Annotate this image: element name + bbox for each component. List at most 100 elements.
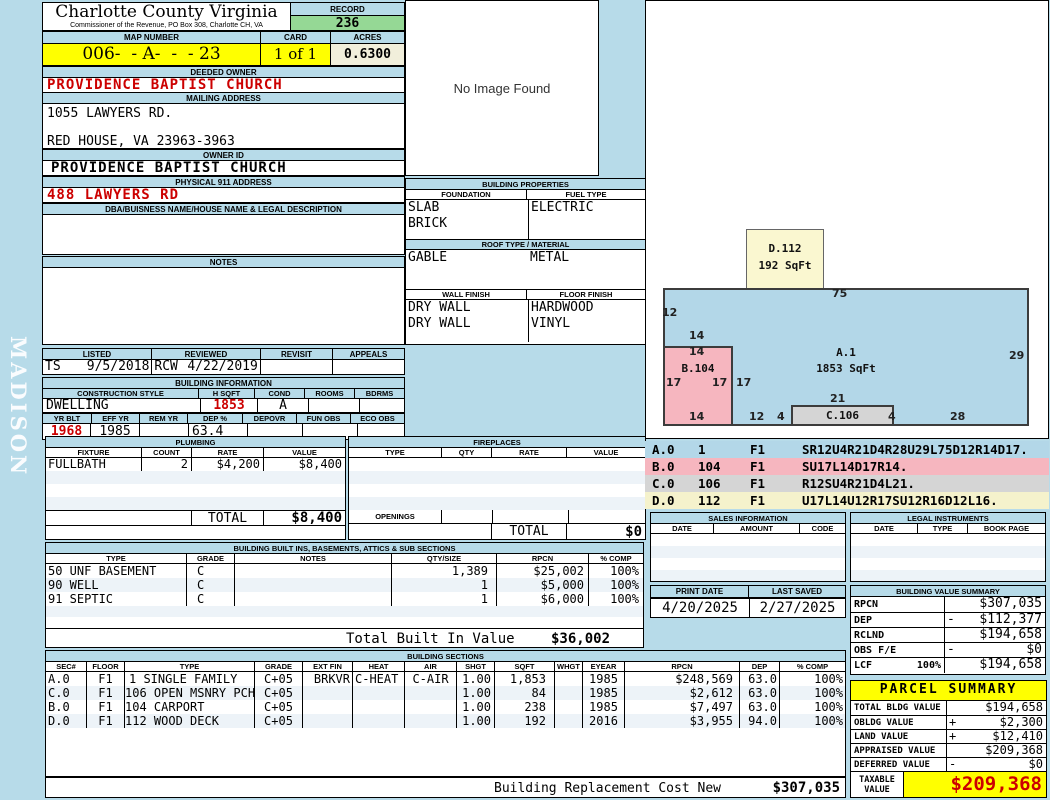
- table-row: B.0 F1 104 CARPORT C+05 1.00 238 1985 $7…: [46, 700, 845, 714]
- cell: [554, 686, 582, 700]
- cell: 1.00: [456, 700, 494, 714]
- empty-row: [349, 458, 645, 471]
- empty-row: [651, 558, 845, 570]
- cell: [404, 700, 456, 714]
- cell: C+05: [254, 700, 302, 714]
- empty-row: [349, 484, 645, 497]
- cell: F1: [86, 700, 124, 714]
- print-date-value: 4/20/2025: [662, 600, 738, 616]
- cell: $5,000: [496, 578, 588, 592]
- cell: 90 WELL: [48, 578, 99, 592]
- vector-path: U17L14U12R17SU12R16D12L16.: [802, 493, 998, 508]
- print-info: PRINT DATE LAST SAVED 4/20/2025 2/27/202…: [650, 585, 846, 618]
- table-row: 91 SEPTIC C 1 $6,000 100%: [46, 592, 643, 606]
- cell: [352, 714, 404, 728]
- empty-row: [651, 546, 845, 558]
- acres-value: 0.6300: [330, 43, 405, 66]
- vector-sec: C.0: [652, 476, 675, 491]
- sketch-dim: 4: [777, 410, 785, 423]
- sketch-label-d: D.112: [768, 242, 802, 255]
- owner-id-value: PROVIDENCE BAPTIST CHURCH: [42, 160, 405, 176]
- vector-path: R12SU4R21D4L21.: [802, 476, 915, 491]
- col-header: EXT FIN: [302, 662, 352, 671]
- cell: $7,497: [624, 700, 739, 714]
- col-header: RPCN: [624, 662, 739, 671]
- summary-row: OBS F/E - $0: [851, 642, 1045, 657]
- sketch-dim: 12: [662, 306, 678, 319]
- sketch-label-a: A.1: [836, 346, 856, 359]
- summary-value: $0: [1026, 642, 1042, 657]
- sketch-vector-row: D.0 112 F1 U17L14U12R17SU12R16D12L16.: [645, 492, 1049, 509]
- cell: B.0: [48, 700, 70, 714]
- taxable-value: $209,368: [903, 772, 1046, 797]
- cell: [554, 672, 582, 686]
- summary-label: LCF: [854, 660, 873, 671]
- vector-code: 106: [698, 476, 721, 491]
- cond-value: A: [257, 399, 308, 412]
- cell: 100%: [588, 592, 643, 606]
- cell: 2016: [582, 714, 624, 728]
- style-label: CONSTRUCTION STYLE: [43, 389, 198, 398]
- col-header: QTY/SIZE: [391, 554, 496, 563]
- revisit-value: [259, 360, 333, 374]
- cell: C+05: [254, 686, 302, 700]
- summary-row: LAND VALUE + $12,410: [851, 729, 1046, 743]
- empty-row: [46, 484, 345, 497]
- vector-path: SU17L14D17R14.: [802, 459, 908, 474]
- photo-placeholder: No Image Found: [405, 0, 599, 176]
- dep-label: DEP %: [187, 414, 242, 423]
- visit-value-row: TS 9/5/2018 RCW 4/22/2019: [42, 359, 405, 375]
- sketch-section-c: C.106: [791, 405, 894, 426]
- col-header: DATE: [851, 524, 917, 533]
- cell: A.0: [48, 672, 70, 686]
- mailing-address-box: 1055 LAWYERS RD. RED HOUSE, VA 23963-396…: [42, 103, 405, 149]
- col-header: TYPE: [46, 554, 186, 563]
- bdrms-value: [359, 399, 404, 412]
- depovr-label: DEPOVR: [242, 414, 296, 423]
- built-ins-total-label: Total Built In Value: [346, 631, 515, 647]
- cell: 1,389: [391, 564, 496, 578]
- listed-date: 9/5/2018: [86, 359, 150, 374]
- cell: 100%: [779, 700, 845, 714]
- cell: C+05: [254, 714, 302, 728]
- fireplaces-table: FIREPLACES TYPE QTY RATE VALUE OPENINGS …: [348, 436, 646, 540]
- cell: $6,000: [496, 592, 588, 606]
- fireplaces-total-value: $0: [566, 524, 645, 540]
- legal-title: LEGAL INSTRUMENTS: [851, 513, 1045, 524]
- ecoobs-label: ECO OBS: [350, 414, 404, 423]
- summary-value: $112,377: [979, 612, 1042, 627]
- col-header: HEAT: [352, 662, 404, 671]
- cell: [352, 700, 404, 714]
- sketch-vector-list: A.0 1 F1 SR12U4R21D4R28U29L75D12R14D17. …: [645, 441, 1049, 509]
- vector-sec: A.0: [652, 442, 675, 457]
- cell: 63.0: [739, 686, 779, 700]
- table-row: 50 UNF BASEMENT C 1,389 $25,002 100%: [46, 564, 643, 578]
- cell: $8,400: [263, 458, 345, 471]
- foundation-value: BRICK: [408, 216, 448, 231]
- sketch-vector-row: B.0 104 F1 SU17L14D17R14.: [645, 458, 1049, 475]
- building-sections-table: BUILDING SECTIONS SEC# FLOOR TYPE GRADE …: [45, 650, 846, 777]
- summary-value: $194,658: [979, 627, 1042, 642]
- col-header: BOOK PAGE: [967, 524, 1045, 533]
- cell: [352, 686, 404, 700]
- col-header: TYPE: [349, 448, 441, 457]
- last-saved-value: 2/27/2025: [749, 599, 845, 617]
- no-image-text: No Image Found: [453, 81, 551, 96]
- record-label: RECORD: [290, 2, 405, 16]
- sketch-dim: 14: [689, 329, 705, 342]
- record-value: 236: [290, 15, 405, 31]
- legal-instruments-table: LEGAL INSTRUMENTS DATE TYPE BOOK PAGE: [850, 512, 1046, 582]
- sketch-dim: 14: [689, 410, 705, 423]
- sketch-dim: 75: [832, 287, 848, 300]
- sketch-dim: 17: [712, 376, 728, 389]
- summary-label: RPCN: [854, 599, 879, 610]
- listed-by: TS: [45, 359, 61, 374]
- hsqft-value: 1853: [200, 399, 257, 412]
- empty-row: [46, 471, 345, 484]
- sketch-sqft-a: 1853 SqFt: [816, 362, 876, 375]
- empty-row: [851, 570, 1045, 581]
- col-header: SQFT: [494, 662, 554, 671]
- col-header: FLOOR: [86, 662, 124, 671]
- cell: $248,569: [624, 672, 739, 686]
- summary-value: $0: [1028, 757, 1043, 771]
